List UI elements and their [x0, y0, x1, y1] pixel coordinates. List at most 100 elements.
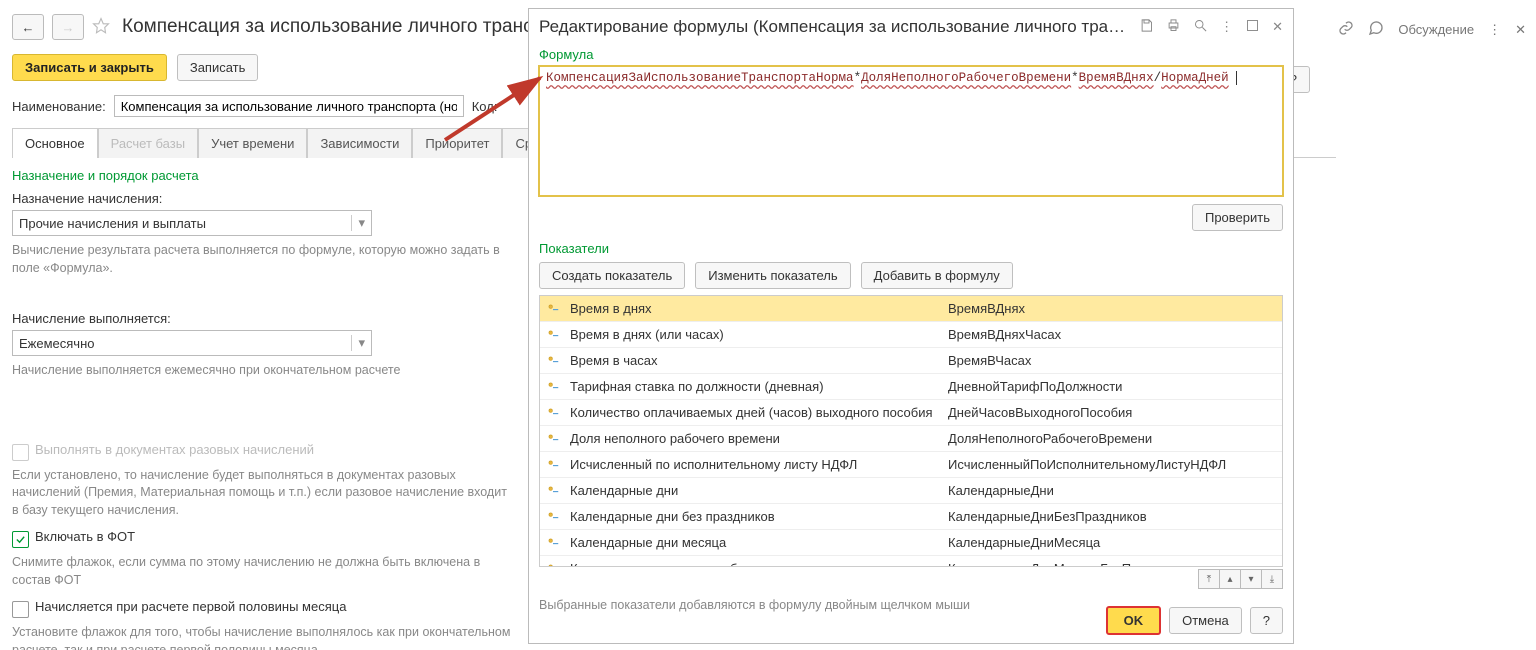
link-icon[interactable]: [1338, 20, 1354, 39]
modal-title: Редактирование формулы (Компенсация за и…: [539, 17, 1129, 37]
indicator-id: КалендарныеДниМесяца: [948, 535, 1282, 550]
indicator-row[interactable]: Календарные дни месяца без праздниковКал…: [540, 556, 1282, 567]
indicator-row[interactable]: Время в днях (или часах)ВремяВДняхЧасах: [540, 322, 1282, 348]
indicator-name: Доля неполного рабочего времени: [566, 431, 948, 446]
indicator-name: Календарные дни без праздников: [566, 509, 948, 524]
chk1-hint: Если установлено, то начисление будет вы…: [12, 467, 512, 520]
indicator-id: КалендарныеДниМесяцаБезПраздников: [948, 561, 1282, 567]
save-icon[interactable]: [1139, 18, 1154, 36]
print-icon[interactable]: [1166, 18, 1181, 36]
indicator-row[interactable]: Тарифная ставка по должности (дневная)Дн…: [540, 374, 1282, 400]
indicator-name: Время в часах: [566, 353, 948, 368]
nav-back-button[interactable]: ←: [12, 14, 44, 40]
indicator-icon: [540, 458, 566, 472]
grid-nav-first[interactable]: ⤒: [1198, 569, 1220, 589]
indicator-id: ДневнойТарифПоДолжности: [948, 379, 1282, 394]
chk-fot[interactable]: [12, 531, 29, 548]
chk-onetime: [12, 444, 29, 461]
formula-label: Формула: [539, 47, 1283, 62]
indicator-icon: [540, 380, 566, 394]
indicator-name: Календарные дни месяца без праздников: [566, 561, 948, 567]
chk2-hint: Снимите флажок, если сумма по этому начи…: [12, 554, 512, 589]
write-button[interactable]: Записать: [177, 54, 259, 81]
indicator-name: Количество оплачиваемых дней (часов) вых…: [566, 405, 948, 420]
tab-deps[interactable]: Зависимости: [307, 128, 412, 158]
close-icon[interactable]: ✕: [1272, 19, 1283, 35]
star-icon[interactable]: [92, 17, 110, 38]
indicator-id: ДоляНеполногоРабочегоВремени: [948, 431, 1282, 446]
indicator-icon: [540, 302, 566, 316]
ok-button[interactable]: OK: [1106, 606, 1162, 635]
exec-label: Начисление выполняется:: [12, 311, 512, 326]
indicator-id: КалендарныеДни: [948, 483, 1282, 498]
name-label: Наименование:: [12, 99, 106, 114]
indicator-row[interactable]: Время в часахВремяВЧасах: [540, 348, 1282, 374]
indicator-row[interactable]: Доля неполного рабочего времениДоляНепол…: [540, 426, 1282, 452]
indicator-row[interactable]: Количество оплачиваемых дней (часов) вых…: [540, 400, 1282, 426]
indicator-row[interactable]: Календарные дни без праздниковКалендарны…: [540, 504, 1282, 530]
tab-main[interactable]: Основное: [12, 128, 98, 158]
indicator-icon: [540, 562, 566, 568]
add-to-formula-button[interactable]: Добавить в формулу: [861, 262, 1013, 289]
chk-first-half-label: Начисляется при расчете первой половины …: [35, 599, 346, 614]
check-formula-button[interactable]: Проверить: [1192, 204, 1283, 231]
grid-nav-up[interactable]: ▴: [1219, 569, 1241, 589]
indicator-id: ВремяВДняхЧасах: [948, 327, 1282, 342]
grid-nav-down[interactable]: ▾: [1240, 569, 1262, 589]
indicator-id: ИсчисленныйПоИсполнительномуЛистуНДФЛ: [948, 457, 1282, 472]
indicator-id: КалендарныеДниБезПраздников: [948, 509, 1282, 524]
close-window-icon[interactable]: ✕: [1515, 22, 1526, 38]
indicator-row[interactable]: Исчисленный по исполнительному листу НДФ…: [540, 452, 1282, 478]
tab-time[interactable]: Учет времени: [198, 128, 307, 158]
code-label: Код:: [472, 99, 498, 114]
formula-input[interactable]: КомпенсацияЗаИспользованиеТранспортаНорм…: [539, 66, 1283, 196]
indicator-id: ВремяВЧасах: [948, 353, 1282, 368]
cancel-button[interactable]: Отмена: [1169, 607, 1242, 634]
indicator-icon: [540, 406, 566, 420]
kebab-icon[interactable]: ⋮: [1488, 22, 1501, 38]
indicators-label: Показатели: [539, 241, 1283, 256]
section-title: Назначение и порядок расчета: [12, 168, 512, 183]
indicator-name: Календарные дни: [566, 483, 948, 498]
calc-hint: Вычисление результата расчета выполняетс…: [12, 242, 512, 277]
chat-icon[interactable]: [1368, 20, 1384, 39]
search-icon[interactable]: [1193, 18, 1208, 36]
indicator-row[interactable]: Время в дняхВремяВДнях: [540, 296, 1282, 322]
chk-first-half[interactable]: [12, 601, 29, 618]
formula-editor-dialog: Редактирование формулы (Компенсация за и…: [528, 8, 1294, 644]
maximize-icon[interactable]: [1245, 18, 1260, 36]
indicator-icon: [540, 536, 566, 550]
indicator-id: ВремяВДнях: [948, 301, 1282, 316]
kebab-icon[interactable]: ⋮: [1220, 19, 1233, 35]
chevron-down-icon: ▾: [351, 335, 365, 351]
create-indicator-button[interactable]: Создать показатель: [539, 262, 685, 289]
tab-priority[interactable]: Приоритет: [412, 128, 502, 158]
chk-onetime-label: Выполнять в документах разовых начислени…: [35, 442, 314, 457]
exec-select[interactable]: Ежемесячно ▾: [12, 330, 372, 356]
modal-help-button[interactable]: ?: [1250, 607, 1283, 634]
grid-nav-last[interactable]: ⤓: [1261, 569, 1283, 589]
indicator-row[interactable]: Календарные дниКалендарныеДни: [540, 478, 1282, 504]
purpose-label: Назначение начисления:: [12, 191, 512, 206]
page-title: Компенсация за использование личного тра…: [122, 16, 583, 38]
chevron-down-icon: ▾: [351, 215, 365, 231]
indicator-name: Исчисленный по исполнительному листу НДФ…: [566, 457, 948, 472]
chk-fot-label: Включать в ФОТ: [35, 529, 135, 544]
indicator-name: Календарные дни месяца: [566, 535, 948, 550]
indicator-name: Время в днях (или часах): [566, 327, 948, 342]
name-input[interactable]: [114, 95, 464, 117]
indicator-icon: [540, 484, 566, 498]
write-close-button[interactable]: Записать и закрыть: [12, 54, 167, 81]
indicator-icon: [540, 432, 566, 446]
tab-base: Расчет базы: [98, 128, 199, 158]
indicator-name: Время в днях: [566, 301, 948, 316]
discussion-label[interactable]: Обсуждение: [1398, 22, 1474, 37]
chk3-hint: Установите флажок для того, чтобы начисл…: [12, 624, 512, 650]
exec-value: Ежемесячно: [19, 336, 95, 351]
edit-indicator-button[interactable]: Изменить показатель: [695, 262, 850, 289]
indicators-grid[interactable]: Время в дняхВремяВДняхВремя в днях (или …: [539, 295, 1283, 567]
indicator-id: ДнейЧасовВыходногоПособия: [948, 405, 1282, 420]
purpose-select[interactable]: Прочие начисления и выплаты ▾: [12, 210, 372, 236]
purpose-value: Прочие начисления и выплаты: [19, 216, 206, 231]
indicator-row[interactable]: Календарные дни месяцаКалендарныеДниМеся…: [540, 530, 1282, 556]
